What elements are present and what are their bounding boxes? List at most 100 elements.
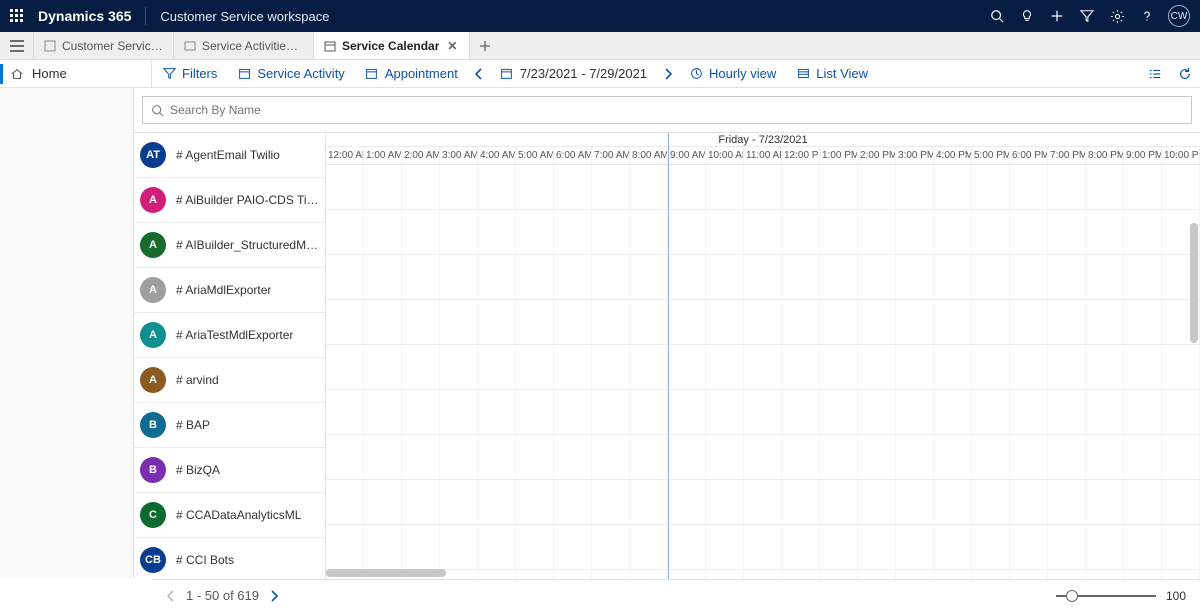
grid-row[interactable]	[326, 390, 1200, 435]
grid-cell[interactable]	[554, 435, 592, 479]
grid-cell[interactable]	[516, 300, 554, 344]
grid-cell[interactable]	[1010, 255, 1048, 299]
grid-cell[interactable]	[630, 525, 668, 569]
grid-cell[interactable]	[1086, 210, 1124, 254]
grid-cell[interactable]	[630, 570, 668, 579]
grid-cell[interactable]	[706, 255, 744, 299]
zoom-slider[interactable]	[1056, 595, 1156, 597]
grid-cell[interactable]	[1124, 165, 1162, 209]
grid-cell[interactable]	[744, 435, 782, 479]
grid-cell[interactable]	[402, 435, 440, 479]
resource-row[interactable]: B# BizQA	[134, 448, 325, 493]
grid-cell[interactable]	[440, 525, 478, 569]
grid-cell[interactable]	[554, 390, 592, 434]
grid-cell[interactable]	[592, 165, 630, 209]
grid-row[interactable]	[326, 345, 1200, 390]
grid-row[interactable]	[326, 210, 1200, 255]
grid-cell[interactable]	[516, 165, 554, 209]
grid-cell[interactable]	[326, 525, 364, 569]
resource-row[interactable]: A# arvind	[134, 358, 325, 403]
grid-cell[interactable]	[326, 255, 364, 299]
grid-cell[interactable]	[820, 525, 858, 569]
grid-cell[interactable]	[440, 435, 478, 479]
grid-cell[interactable]	[858, 525, 896, 569]
grid-cell[interactable]	[1010, 525, 1048, 569]
grid-cell[interactable]	[326, 165, 364, 209]
zoom-control[interactable]: 100	[1056, 589, 1186, 603]
grid-cell[interactable]	[440, 345, 478, 389]
grid-cell[interactable]	[972, 570, 1010, 579]
grid-cell[interactable]	[1048, 165, 1086, 209]
grid-cell[interactable]	[478, 435, 516, 479]
grid-cell[interactable]	[820, 165, 858, 209]
grid-cell[interactable]	[516, 255, 554, 299]
grid-row[interactable]	[326, 165, 1200, 210]
grid-cell[interactable]	[972, 345, 1010, 389]
grid-cell[interactable]	[820, 345, 858, 389]
grid-cell[interactable]	[364, 300, 402, 344]
grid-cell[interactable]	[1162, 345, 1200, 389]
grid-cell[interactable]	[706, 345, 744, 389]
resource-row[interactable]: A# AiBuilder PAIO-CDS Tip NonProd	[134, 178, 325, 223]
grid-cell[interactable]	[1086, 255, 1124, 299]
grid-cell[interactable]	[1162, 525, 1200, 569]
grid-cell[interactable]	[706, 165, 744, 209]
grid-cell[interactable]	[1048, 210, 1086, 254]
grid-cell[interactable]	[896, 210, 934, 254]
grid-cell[interactable]	[896, 480, 934, 524]
grid-cell[interactable]	[440, 255, 478, 299]
grid-cell[interactable]	[364, 165, 402, 209]
grid-cell[interactable]	[592, 480, 630, 524]
grid-cell[interactable]	[744, 480, 782, 524]
grid-cell[interactable]	[592, 390, 630, 434]
grid-cell[interactable]	[1124, 300, 1162, 344]
grid-cell[interactable]	[934, 480, 972, 524]
grid-row[interactable]	[326, 300, 1200, 345]
pager-prev-button[interactable]	[166, 590, 176, 602]
grid-cell[interactable]	[516, 435, 554, 479]
grid-cell[interactable]	[402, 255, 440, 299]
grid-cell[interactable]	[478, 255, 516, 299]
grid-cell[interactable]	[1010, 210, 1048, 254]
tab-customer-service[interactable]: Customer Service A...	[34, 32, 174, 59]
settings-icon[interactable]	[1102, 0, 1132, 32]
grid-cell[interactable]	[516, 480, 554, 524]
grid-cell[interactable]	[972, 480, 1010, 524]
grid-cell[interactable]	[1010, 435, 1048, 479]
grid-cell[interactable]	[478, 345, 516, 389]
grid-cell[interactable]	[972, 390, 1010, 434]
vertical-scrollbar[interactable]	[1190, 223, 1198, 343]
grid-cell[interactable]	[972, 300, 1010, 344]
grid-cell[interactable]	[516, 345, 554, 389]
grid-cell[interactable]	[1086, 390, 1124, 434]
grid-cell[interactable]	[630, 255, 668, 299]
grid-cell[interactable]	[668, 345, 706, 389]
grid-cell[interactable]	[706, 210, 744, 254]
grid-cell[interactable]	[478, 300, 516, 344]
grid-cell[interactable]	[364, 210, 402, 254]
grid-cell[interactable]	[668, 390, 706, 434]
grid-cell[interactable]	[1124, 255, 1162, 299]
grid-cell[interactable]	[364, 345, 402, 389]
grid-cell[interactable]	[820, 435, 858, 479]
grid-cell[interactable]	[630, 435, 668, 479]
hamburger-icon[interactable]	[0, 32, 34, 59]
grid-cell[interactable]	[326, 435, 364, 479]
grid-cell[interactable]	[858, 165, 896, 209]
grid-cell[interactable]	[554, 300, 592, 344]
grid-cell[interactable]	[744, 525, 782, 569]
grid-cell[interactable]	[402, 165, 440, 209]
grid-cell[interactable]	[934, 165, 972, 209]
resource-row[interactable]: B# BAP	[134, 403, 325, 448]
grid-cell[interactable]	[592, 435, 630, 479]
grid-cell[interactable]	[972, 525, 1010, 569]
grid-cell[interactable]	[478, 165, 516, 209]
grid-cell[interactable]	[1048, 525, 1086, 569]
grid-cell[interactable]	[1010, 300, 1048, 344]
grid-cell[interactable]	[782, 480, 820, 524]
grid-cell[interactable]	[972, 165, 1010, 209]
grid-cell[interactable]	[1086, 165, 1124, 209]
grid-cell[interactable]	[1010, 390, 1048, 434]
resource-row[interactable]: A# AIBuilder_StructuredML_PrePr	[134, 223, 325, 268]
grid-cell[interactable]	[1162, 390, 1200, 434]
